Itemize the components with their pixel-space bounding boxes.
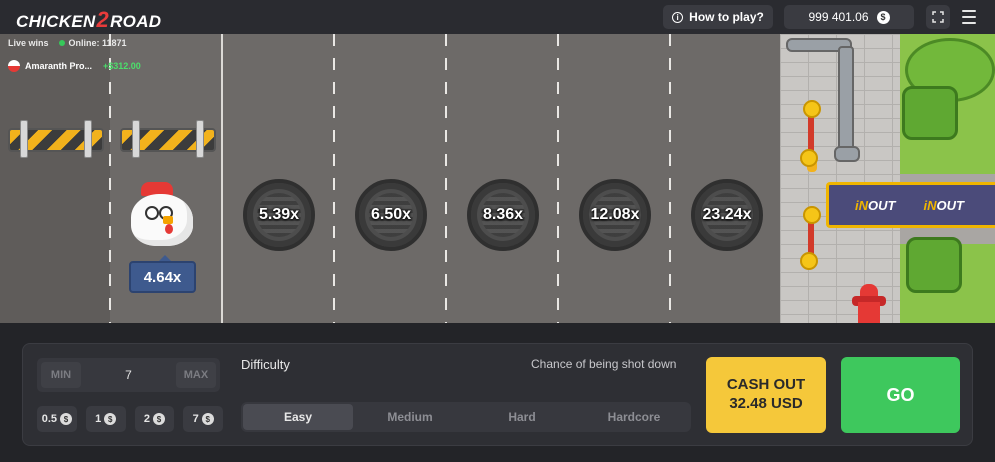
player-flag-icon (8, 60, 20, 72)
quick-bet-button[interactable]: 2 $ (134, 406, 175, 432)
fire-hydrant (852, 284, 886, 323)
dollar-coin-icon: $ (876, 10, 890, 24)
bush (906, 237, 962, 293)
lane-divider (333, 34, 335, 323)
dollar-coin-icon: $ (152, 413, 165, 425)
difficulty-selector: Easy Medium Hard Hardcore (241, 402, 691, 432)
game-logo: CHICKEN2ROAD (16, 7, 162, 32)
quick-bet-button[interactable]: 1 $ (85, 406, 126, 432)
cash-out-amount: 32.48 USD (729, 395, 803, 412)
bush (902, 86, 958, 140)
max-bet-button[interactable]: MAX (176, 362, 216, 388)
street-lamp-pole (838, 46, 854, 156)
banner-logo: iNOUT (923, 197, 964, 213)
stanchion-post (803, 206, 821, 224)
bet-value[interactable]: 7 (125, 368, 132, 382)
bet-amount-input: MIN 7 MAX (37, 358, 220, 392)
banner-logo: iNOUT (855, 197, 896, 213)
go-button[interactable]: GO (841, 357, 960, 433)
top-bar: CHICKEN2ROAD i How to play? 999 401.06 $ (0, 0, 995, 34)
dollar-coin-icon: $ (104, 413, 117, 425)
how-to-play-label: How to play? (689, 10, 764, 24)
inout-banner: iNOUT iNOUT (826, 182, 995, 228)
how-to-play-button[interactable]: i How to play? (663, 5, 773, 29)
lane-divider (557, 34, 559, 323)
difficulty-hardcore-tab[interactable]: Hardcore (579, 404, 689, 430)
quick-bet-button[interactable]: 0.5 $ (37, 406, 77, 432)
difficulty-medium-tab[interactable]: Medium (355, 404, 465, 430)
winner-name: Amaranth Pro... (25, 61, 93, 71)
quick-bet-row: 0.5 $ 1 $ 2 $ 7 $ (37, 406, 223, 432)
lane-multiplier[interactable]: 23.24x (691, 179, 763, 251)
dollar-coin-icon: $ (60, 413, 73, 425)
winner-amount: +$312.00 (103, 61, 141, 71)
street-lamp-base (834, 146, 860, 162)
road-barrier (8, 120, 104, 158)
balance-value: 999 401.06 (808, 10, 869, 24)
difficulty-label: Difficulty (241, 357, 290, 372)
lane-divider (669, 34, 671, 323)
menu-button[interactable] (960, 8, 978, 26)
cash-out-button[interactable]: CASH OUT 32.48 USD (706, 357, 826, 433)
lane-multiplier[interactable]: 6.50x (355, 179, 427, 251)
recent-win-item: Amaranth Pro... +$312.00 (8, 60, 141, 72)
lane-multiplier[interactable]: 12.08x (579, 179, 651, 251)
online-count: Online: 11871 (58, 38, 127, 48)
fullscreen-icon (932, 11, 944, 23)
difficulty-easy-tab[interactable]: Easy (243, 404, 353, 430)
difficulty-hard-tab[interactable]: Hard (467, 404, 577, 430)
quick-bet-button[interactable]: 7 $ (183, 406, 223, 432)
lane-divider (445, 34, 447, 323)
lane-divider (109, 34, 111, 323)
stanchion-post (803, 100, 821, 118)
min-bet-button[interactable]: MIN (41, 362, 81, 388)
lane-multiplier[interactable]: 5.39x (243, 179, 315, 251)
live-wins-title: Live wins (8, 38, 49, 48)
info-icon: i (672, 11, 684, 23)
road-scene: Live wins Online: 11871 Amaranth Pro... … (0, 34, 995, 323)
online-dot-icon (58, 40, 65, 46)
lane-multiplier[interactable]: 8.36x (467, 179, 539, 251)
control-panel: MIN 7 MAX 0.5 $ 1 $ 2 $ 7 $ Difficulty Chanc… (22, 343, 973, 446)
live-wins-bar: Live wins Online: 11871 (8, 38, 127, 48)
stanchion-post (800, 149, 818, 167)
chance-label: Chance of being shot down (531, 357, 677, 371)
start-sidewalk (0, 34, 110, 323)
dollar-coin-icon: $ (201, 413, 214, 425)
fullscreen-button[interactable] (926, 5, 950, 29)
stanchion-post (800, 252, 818, 270)
current-multiplier-badge: 4.64x (129, 255, 196, 293)
cash-out-label: CASH OUT (726, 376, 806, 394)
hamburger-icon (962, 10, 976, 12)
balance-display: 999 401.06 $ (784, 5, 914, 29)
lane-divider (221, 34, 223, 323)
road-barrier (120, 120, 216, 158)
chicken-player (123, 176, 199, 252)
